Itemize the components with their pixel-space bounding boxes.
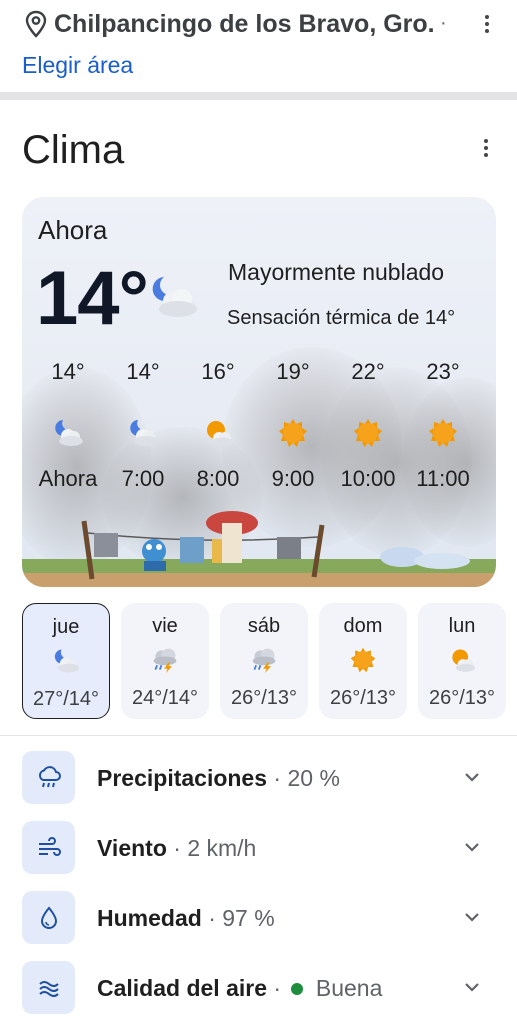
weather-menu-button[interactable] bbox=[476, 134, 496, 162]
chevron-down-icon bbox=[465, 983, 479, 992]
air-quality-icon bbox=[22, 961, 75, 1014]
weather-title: Clima bbox=[22, 128, 125, 172]
thunderstorm-icon bbox=[252, 648, 276, 674]
hourly-forecast[interactable]: 14° Ahora 14° 7:00 16° 8:00 19° 9:00 22°… bbox=[22, 359, 496, 499]
air-quality-status-dot bbox=[291, 982, 304, 995]
change-area-link[interactable]: Elegir área bbox=[22, 52, 133, 79]
hourly-item: 14° Ahora bbox=[28, 359, 108, 492]
sun-icon bbox=[429, 419, 457, 447]
now-label: Ahora bbox=[38, 215, 108, 245]
detail-label: Viento · 2 km/h bbox=[97, 835, 256, 862]
hourly-item: 16° 8:00 bbox=[178, 359, 258, 492]
water-drop-icon bbox=[22, 891, 75, 944]
hourly-temp: 16° bbox=[201, 359, 235, 384]
weather-condition: Mayormente nublado bbox=[228, 259, 445, 285]
day-temp-range: 26°/13° bbox=[428, 687, 496, 709]
hourly-temp: 19° bbox=[276, 359, 310, 384]
location-menu-button[interactable] bbox=[477, 10, 497, 38]
hourly-time: 8:00 bbox=[196, 466, 240, 491]
detail-row-wind[interactable]: Viento · 2 km/h bbox=[22, 821, 492, 874]
day-tile-dom[interactable]: dom 26°/13° bbox=[319, 603, 407, 719]
wind-icon bbox=[22, 821, 75, 874]
day-temp-range: 26°/13° bbox=[329, 687, 397, 709]
chevron-down-icon bbox=[465, 843, 479, 852]
day-name: vie bbox=[152, 615, 178, 637]
hourly-time: 11:00 bbox=[416, 466, 470, 491]
current-temperature: 14° bbox=[36, 256, 149, 341]
hourly-time: 7:00 bbox=[121, 466, 165, 491]
value-separator: · bbox=[208, 905, 223, 931]
sun-icon bbox=[279, 419, 307, 447]
wind-label: Viento bbox=[97, 835, 167, 861]
value-separator: · bbox=[273, 765, 288, 791]
weather-scene-illustration bbox=[22, 511, 496, 587]
sun-icon bbox=[350, 647, 376, 673]
humidity-label: Humedad bbox=[97, 905, 202, 931]
hourly-item: 14° 7:00 bbox=[103, 359, 183, 492]
hourly-time: Ahora bbox=[38, 466, 98, 491]
day-name: dom bbox=[343, 615, 383, 637]
detail-label: Calidad del aire · Buena bbox=[97, 975, 382, 1002]
location-name: Chilpancingo de los Bravo, Gro. bbox=[54, 10, 435, 38]
air-quality-label: Calidad del aire bbox=[97, 975, 268, 1001]
detail-label: Precipitaciones · 20 % bbox=[97, 765, 340, 792]
detail-row-air-quality[interactable]: Calidad del aire · Buena bbox=[22, 961, 492, 1014]
thunderstorm-icon bbox=[153, 648, 177, 674]
detail-row-precipitation[interactable]: Precipitaciones · 20 % bbox=[22, 751, 492, 804]
day-name: sáb bbox=[247, 615, 281, 637]
location-pin-icon bbox=[25, 10, 47, 38]
precipitation-value: 20 % bbox=[287, 765, 340, 791]
feels-like: Sensación térmica de 14° bbox=[227, 307, 456, 329]
moon-cloud-icon bbox=[130, 420, 158, 446]
hourly-temp: 22° bbox=[351, 359, 385, 384]
location-bar: Chilpancingo de los Bravo, Gro. · Elegir… bbox=[0, 0, 517, 92]
chevron-down-icon bbox=[465, 913, 479, 922]
day-tile-sab[interactable]: sáb 26°/13° bbox=[220, 603, 308, 719]
daily-forecast[interactable]: jue 27°/14° vie 24°/14° sáb 26°/13° dom … bbox=[22, 603, 517, 719]
hourly-temp: 14° bbox=[126, 359, 160, 384]
value-separator: · bbox=[173, 835, 188, 861]
moon-cloud-icon bbox=[55, 420, 83, 446]
wind-value: 2 km/h bbox=[187, 835, 257, 861]
hourly-time: 10:00 bbox=[340, 466, 396, 491]
hourly-item: 22° 10:00 bbox=[328, 359, 408, 492]
humidity-value: 97 % bbox=[222, 905, 275, 931]
day-temp-range: 26°/13° bbox=[230, 687, 298, 709]
location-separator: · bbox=[440, 12, 447, 34]
day-name: jue bbox=[52, 616, 80, 638]
precipitation-label: Precipitaciones bbox=[97, 765, 268, 791]
moon-cloud-icon bbox=[152, 277, 197, 317]
sun-cloud-icon bbox=[452, 649, 476, 672]
current-weather-card[interactable]: Ahora 14° Mayormente nublado Sensación t… bbox=[22, 197, 496, 587]
hourly-temp: 14° bbox=[51, 359, 85, 384]
hourly-item: 19° 9:00 bbox=[253, 359, 333, 492]
sun-cloud-icon bbox=[207, 421, 233, 447]
day-tile-lun[interactable]: lun 26°/13° bbox=[418, 603, 506, 719]
day-name: lun bbox=[448, 615, 476, 637]
detail-label: Humedad · 97 % bbox=[97, 905, 275, 932]
rain-cloud-icon bbox=[22, 751, 75, 804]
hourly-time: 9:00 bbox=[271, 466, 315, 491]
chevron-down-icon bbox=[465, 773, 479, 782]
section-divider bbox=[0, 92, 517, 100]
day-temp-range: 24°/14° bbox=[131, 687, 199, 709]
day-tile-vie[interactable]: vie 24°/14° bbox=[121, 603, 209, 719]
value-separator: · bbox=[273, 975, 288, 1001]
hourly-temp: 23° bbox=[426, 359, 460, 384]
air-quality-value: Buena bbox=[315, 975, 383, 1001]
details-divider bbox=[0, 735, 517, 736]
sun-icon bbox=[354, 419, 382, 447]
moon-cloud-icon bbox=[54, 649, 80, 673]
detail-row-humidity[interactable]: Humedad · 97 % bbox=[22, 891, 492, 944]
day-tile-jue[interactable]: jue 27°/14° bbox=[22, 603, 110, 719]
hourly-item: 23° 11:00 bbox=[403, 359, 483, 492]
day-temp-range: 27°/14° bbox=[32, 688, 100, 710]
